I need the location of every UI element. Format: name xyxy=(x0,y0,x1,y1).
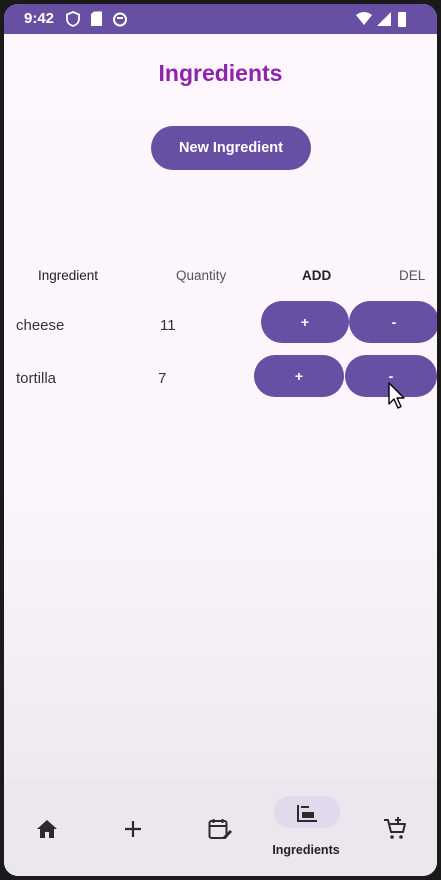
bottom-nav: Ingredients xyxy=(4,780,437,876)
ingredient-quantity: 7 xyxy=(158,370,167,387)
nav-item-cart[interactable] xyxy=(362,780,428,876)
header-del: DEL xyxy=(399,268,426,283)
header-add: ADD xyxy=(302,268,332,283)
nav-item-home[interactable] xyxy=(14,780,80,876)
new-ingredient-button[interactable]: New Ingredient xyxy=(151,126,311,170)
signal-icon xyxy=(377,12,391,26)
ingredient-name: tortilla xyxy=(16,370,57,387)
sim-card-icon xyxy=(91,11,102,26)
ingredient-name: cheese xyxy=(16,317,65,334)
nav-item-add[interactable] xyxy=(100,780,166,876)
status-time: 9:42 xyxy=(24,10,55,27)
header-ingredient: Ingredient xyxy=(38,268,99,283)
home-icon xyxy=(37,820,57,838)
add-button[interactable]: + xyxy=(254,355,344,397)
ingredient-quantity: 11 xyxy=(160,317,176,334)
add-button[interactable]: + xyxy=(261,301,349,343)
cart-add-icon xyxy=(384,817,406,839)
battery-icon xyxy=(398,12,406,27)
wifi-icon xyxy=(356,12,372,25)
delete-button[interactable]: - xyxy=(349,301,437,343)
nav-item-calendar[interactable] xyxy=(186,780,252,876)
nav-item-ingredients[interactable]: Ingredients xyxy=(260,780,352,876)
status-bar: 9:42 xyxy=(4,4,437,34)
phone-screen: 9:42 Ingredients New Ingredient Ingredie… xyxy=(4,4,437,876)
shield-icon xyxy=(66,11,80,27)
calendar-edit-icon xyxy=(208,819,232,839)
mouse-cursor-icon xyxy=(388,382,405,409)
face-icon xyxy=(113,12,127,27)
nav-item-label: Ingredients xyxy=(272,843,340,857)
header-quantity: Quantity xyxy=(176,268,227,283)
plus-icon xyxy=(125,821,141,837)
ingredients-icon xyxy=(297,805,317,822)
page-title: Ingredients xyxy=(158,60,283,86)
